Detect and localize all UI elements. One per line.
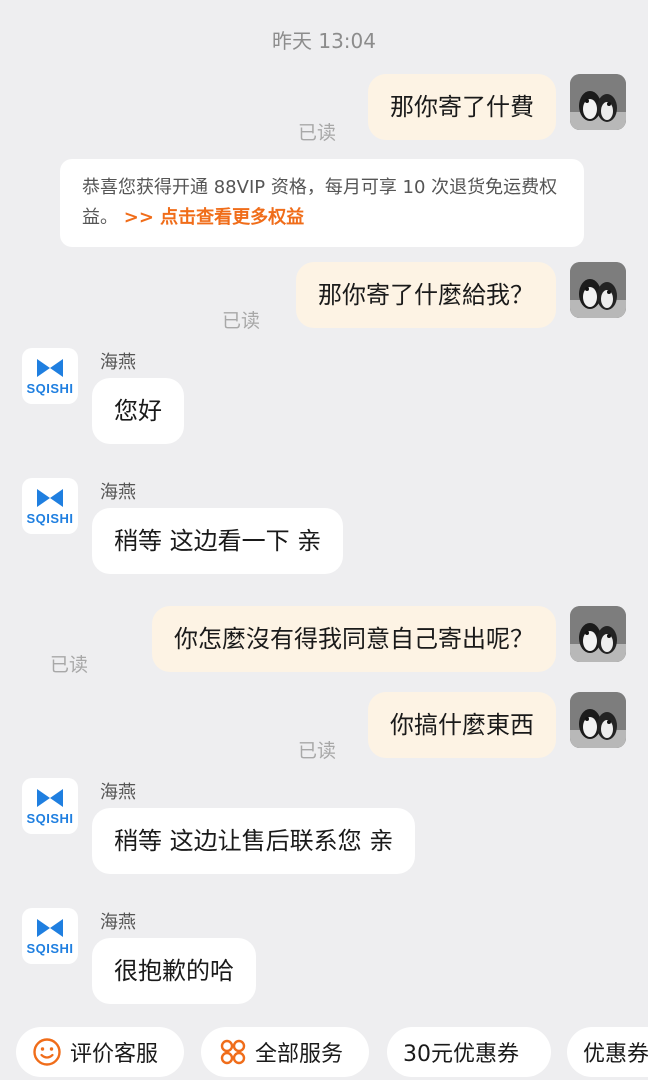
- my-message-bubble[interactable]: 那你寄了什麼給我？: [296, 262, 556, 328]
- shop-logo-text: SQISHI: [26, 380, 74, 396]
- shop-message-bubble[interactable]: 稍等 这边让售后联系您 亲: [92, 808, 416, 874]
- read-status: 已读: [50, 654, 89, 676]
- my-message-bubble[interactable]: 你搞什麼東西: [368, 692, 556, 758]
- my-avatar[interactable]: [570, 74, 626, 130]
- message-text: 您好: [114, 397, 162, 425]
- read-status: 已读: [221, 310, 260, 332]
- chip-label: 优惠券: [583, 1042, 648, 1067]
- chat-timestamp: 昨天 13:04: [272, 29, 376, 53]
- penguin-avatar-icon: [570, 606, 626, 662]
- coupon-chip[interactable]: 优惠券: [567, 1027, 648, 1077]
- shop-logo-icon: [37, 918, 63, 937]
- my-message-bubble[interactable]: 那你寄了什費: [368, 74, 556, 140]
- shop-logo-text: SQISHI: [26, 510, 74, 526]
- quick-action-bar: 评价客服 全部服务 30元优惠券 优惠券: [0, 1027, 648, 1077]
- shop-logo-icon: [37, 488, 63, 507]
- message-text: 你搞什麼東西: [390, 711, 534, 739]
- notice-more-link[interactable]: >> 点击查看更多权益: [124, 207, 304, 228]
- sender-name: 海燕: [100, 482, 136, 503]
- shop-message-bubble[interactable]: 稍等 这边看一下 亲: [92, 508, 344, 574]
- shop-logo-icon: [37, 358, 63, 377]
- message-text: 很抱歉的哈: [114, 957, 234, 985]
- my-message-bubble[interactable]: 你怎麼沒有得我同意自己寄出呢？: [152, 606, 556, 672]
- chip-label: 30元优惠券: [403, 1042, 519, 1067]
- all-services-chip[interactable]: 全部服务: [201, 1027, 369, 1077]
- penguin-avatar-icon: [570, 74, 626, 130]
- read-status: 已读: [297, 740, 336, 762]
- message-text: 那你寄了什費: [390, 93, 534, 121]
- rate-service-chip[interactable]: 评价客服: [16, 1027, 184, 1077]
- grid-icon: [220, 1039, 246, 1065]
- shop-logo-text: SQISHI: [26, 810, 74, 826]
- sender-name: 海燕: [100, 352, 136, 373]
- shop-avatar[interactable]: SQISHI: [22, 778, 78, 834]
- message-text: 那你寄了什麼給我？: [318, 281, 534, 309]
- my-avatar[interactable]: [570, 692, 626, 748]
- shop-message-bubble[interactable]: 您好: [92, 378, 184, 444]
- my-avatar[interactable]: [570, 606, 626, 662]
- coupon-30-chip[interactable]: 30元优惠券: [387, 1027, 551, 1077]
- shop-avatar[interactable]: SQISHI: [22, 478, 78, 534]
- penguin-avatar-icon: [570, 262, 626, 318]
- chip-label: 评价客服: [70, 1042, 159, 1067]
- message-text: 稍等 这边让售后联系您 亲: [114, 827, 394, 855]
- shop-logo-text: SQISHI: [26, 940, 74, 956]
- chip-label: 全部服务: [255, 1042, 344, 1067]
- sender-name: 海燕: [100, 912, 136, 933]
- shop-avatar[interactable]: SQISHI: [22, 908, 78, 964]
- sender-name: 海燕: [100, 782, 136, 803]
- message-text: 稍等 这边看一下 亲: [114, 527, 322, 555]
- my-avatar[interactable]: [570, 262, 626, 318]
- message-text: 你怎麼沒有得我同意自己寄出呢？: [174, 625, 534, 653]
- shop-message-bubble[interactable]: 很抱歉的哈: [92, 938, 256, 1004]
- penguin-avatar-icon: [570, 692, 626, 748]
- read-status: 已读: [297, 122, 336, 144]
- smile-icon: [33, 1038, 61, 1066]
- shop-logo-icon: [37, 788, 63, 807]
- vip-notice-card: 恭喜您获得开通 88VIP 资格，每月可享 10 次退货免运费权益。 >> 点击…: [60, 159, 584, 247]
- shop-avatar[interactable]: SQISHI: [22, 348, 78, 404]
